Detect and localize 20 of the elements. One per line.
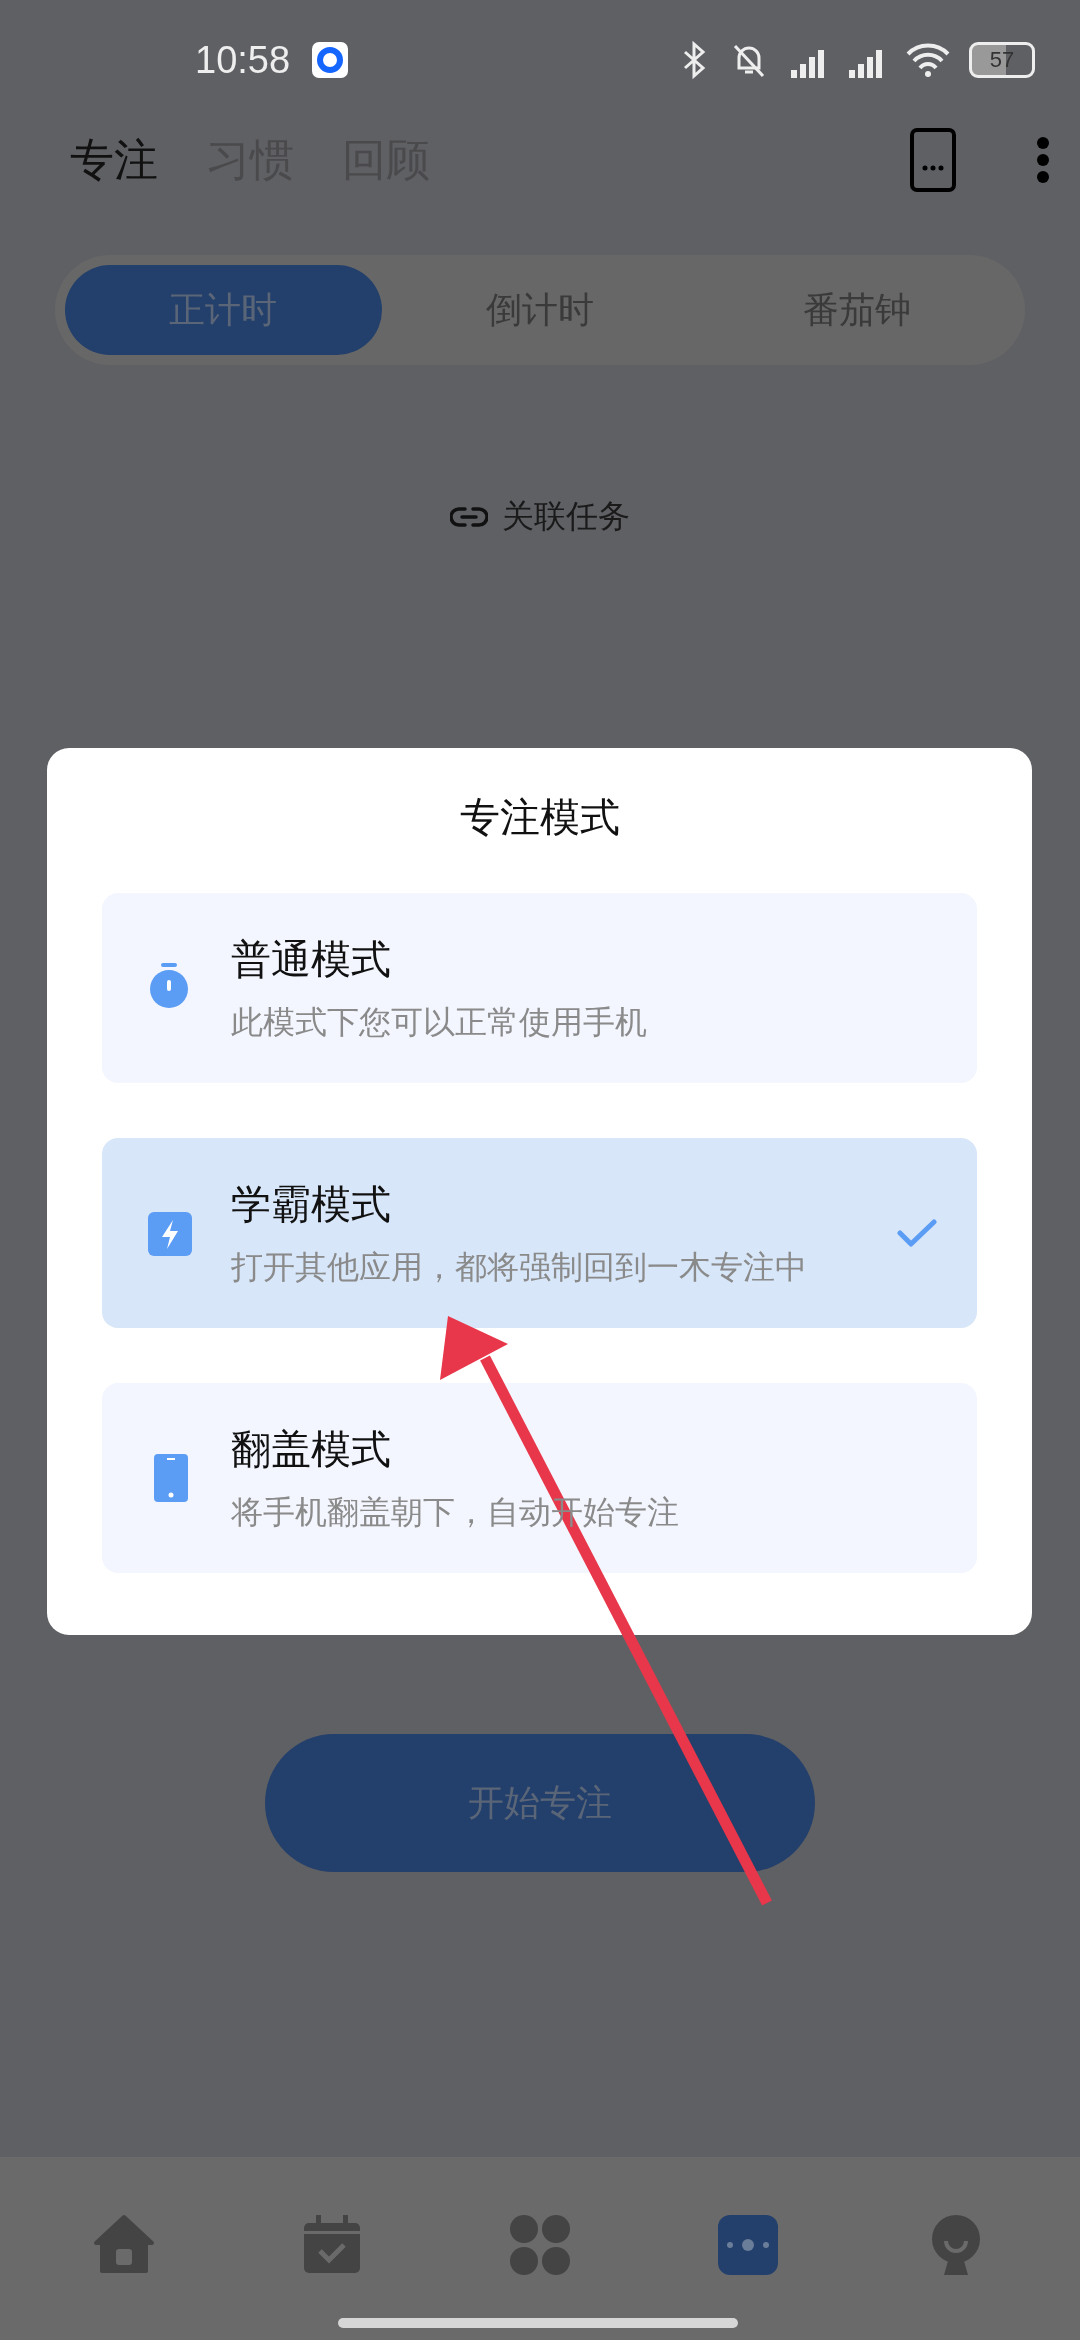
status-time: 10:58 bbox=[195, 38, 291, 82]
checkmark-icon bbox=[897, 1218, 937, 1248]
option-description: 此模式下您可以正常使用手机 bbox=[231, 1001, 647, 1043]
four-petal-icon[interactable] bbox=[508, 2213, 572, 2277]
option-description: 打开其他应用，都将强制回到一木专注中 bbox=[231, 1246, 807, 1288]
link-icon bbox=[450, 505, 488, 529]
option-title: 翻盖模式 bbox=[231, 1424, 392, 1474]
app-notification-icon bbox=[312, 42, 349, 78]
dialog-title: 专注模式 bbox=[458, 793, 621, 842]
mode-option[interactable]: 学霸模式 打开其他应用，都将强制回到一木专注中 bbox=[102, 1138, 977, 1328]
home-indicator[interactable] bbox=[338, 2318, 738, 2328]
nav-tab[interactable]: 专注 bbox=[70, 130, 158, 190]
document-icon[interactable] bbox=[910, 128, 956, 192]
mode-option[interactable]: 普通模式 此模式下您可以正常使用手机 bbox=[102, 893, 977, 1083]
option-title: 普通模式 bbox=[231, 934, 392, 984]
focus-icon[interactable] bbox=[716, 2213, 780, 2277]
battery-icon: 57 bbox=[969, 42, 1035, 78]
option-title: 学霸模式 bbox=[231, 1179, 392, 1229]
link-task-button[interactable]: 关联任务 bbox=[502, 495, 630, 539]
more-menu-icon[interactable] bbox=[1036, 136, 1050, 184]
